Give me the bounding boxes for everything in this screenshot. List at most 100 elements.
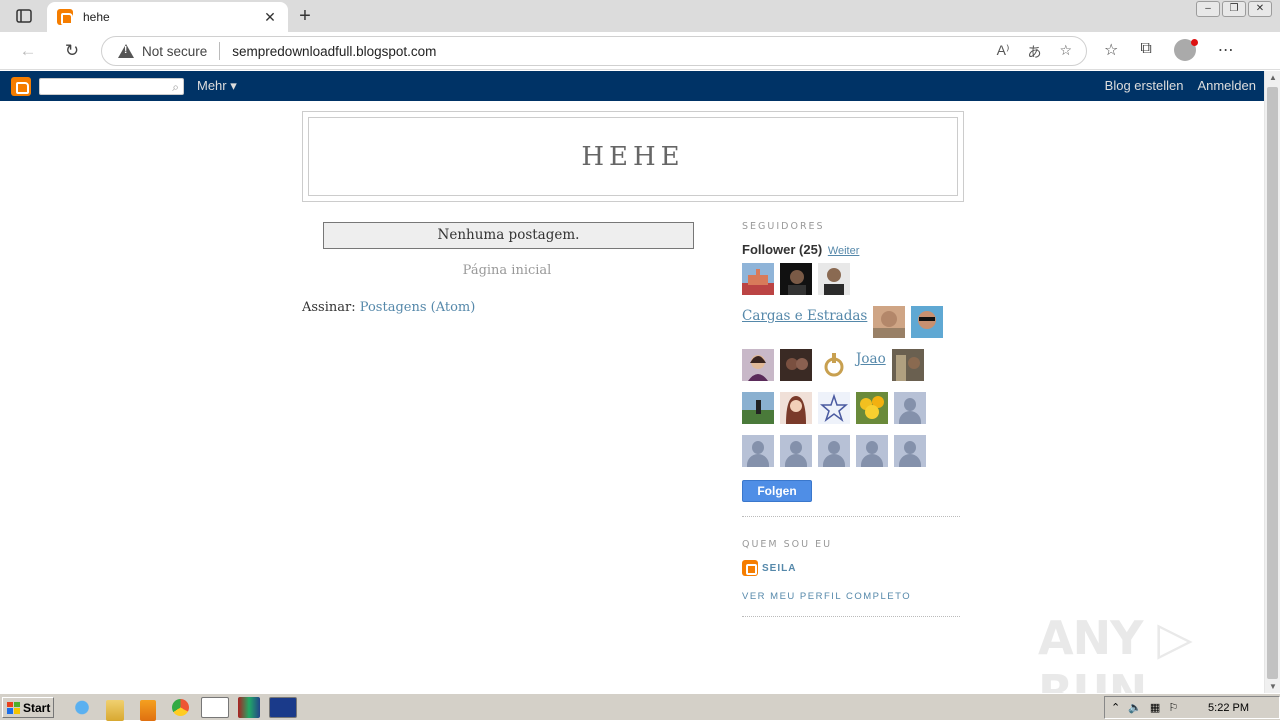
- tab-title: hehe: [83, 10, 110, 24]
- scrollbar-thumb[interactable]: [1267, 87, 1278, 679]
- app-taskbar-icon[interactable]: [269, 697, 297, 718]
- action-center-icon[interactable]: ⚐: [1168, 701, 1178, 714]
- chrome-icon[interactable]: [172, 699, 189, 716]
- followers-row: [742, 392, 960, 429]
- full-profile-link[interactable]: VER MEU PERFIL COMPLETO: [742, 591, 960, 602]
- warning-icon: [118, 43, 134, 59]
- followers-count: Follower (25): [742, 242, 823, 257]
- follower-default-avatar[interactable]: [780, 435, 812, 467]
- follower-broken-image-link[interactable]: Joao: [856, 349, 886, 367]
- profile-avatar-icon[interactable]: [1173, 39, 1198, 61]
- followers-heading: Follower (25) Weiter: [742, 242, 960, 257]
- follower-avatar[interactable]: [742, 392, 774, 424]
- follower-default-avatar[interactable]: [894, 392, 926, 424]
- system-tray: ⌃ 🔈 ▦ ⚐ 5:22 PM: [1104, 696, 1280, 719]
- follower-default-avatar[interactable]: [856, 435, 888, 467]
- volume-icon[interactable]: 🔈: [1128, 701, 1142, 714]
- follower-avatar[interactable]: [780, 392, 812, 424]
- navbar-right-links: Blog erstellen Anmelden: [1105, 78, 1256, 93]
- follower-avatar[interactable]: [873, 306, 906, 338]
- read-aloud-icon[interactable]: A⁾: [997, 42, 1010, 62]
- home-page-link[interactable]: Página inicial: [302, 263, 712, 278]
- address-bar-icons: A⁾ あ ☆: [997, 42, 1072, 62]
- follow-button[interactable]: Folgen: [742, 480, 812, 502]
- blog-title[interactable]: HEHE: [581, 142, 684, 172]
- start-button[interactable]: Start: [2, 697, 54, 718]
- follower-avatar[interactable]: [742, 263, 774, 295]
- new-tab-button[interactable]: +: [294, 5, 316, 27]
- blogger-profile-icon: [742, 560, 758, 576]
- follower-default-avatar[interactable]: [742, 435, 774, 467]
- sidebar: SEGUIDORES Follower (25) Weiter Cargas e…: [742, 221, 960, 617]
- atom-feed-link[interactable]: Postagens (Atom): [360, 300, 476, 315]
- browser-toolbar: ← ↻ Not secure sempredownloadfull.blogsp…: [0, 32, 1280, 70]
- page-scrollbar[interactable]: ▲ ▼: [1264, 71, 1280, 693]
- follower-avatar[interactable]: [780, 263, 812, 295]
- security-label[interactable]: Not secure: [142, 44, 207, 59]
- window-controls: – ❐ ✕: [1196, 0, 1280, 18]
- blogger-navbar: ⌕ Mehr ▾ Blog erstellen Anmelden: [0, 71, 1264, 101]
- browser-tab[interactable]: hehe ✕: [47, 2, 288, 32]
- create-blog-link[interactable]: Blog erstellen: [1105, 78, 1184, 93]
- follower-avatar[interactable]: [911, 306, 944, 338]
- follower-default-avatar[interactable]: [818, 435, 850, 467]
- reload-icon[interactable]: ↻: [60, 40, 84, 62]
- profile-row: SEILA: [742, 560, 960, 576]
- blog-header-inner: HEHE: [308, 117, 958, 196]
- blog-search-input[interactable]: ⌕: [39, 78, 184, 95]
- follower-avatar[interactable]: [891, 349, 924, 381]
- collections-icon[interactable]: ⧉: [1140, 40, 1151, 62]
- more-followers-link[interactable]: Weiter: [828, 245, 860, 257]
- profile-name-link[interactable]: SEILA: [762, 563, 796, 574]
- tab-actions-icon[interactable]: [8, 6, 40, 26]
- more-menu[interactable]: Mehr ▾: [197, 78, 237, 94]
- minimize-icon[interactable]: –: [1196, 1, 1220, 17]
- clock[interactable]: 5:22 PM: [1208, 702, 1249, 714]
- no-posts-message: Nenhuma postagem.: [323, 222, 694, 249]
- translate-icon[interactable]: あ: [1027, 42, 1041, 62]
- followers-section-title: SEGUIDORES: [742, 221, 825, 232]
- favorites-icon[interactable]: ☆: [1104, 40, 1118, 62]
- back-arrow-icon[interactable]: ←: [16, 40, 40, 62]
- follower-default-avatar[interactable]: [894, 435, 926, 467]
- follower-avatar[interactable]: [856, 392, 888, 424]
- scroll-up-icon[interactable]: ▲: [1268, 73, 1278, 82]
- subscribe-line: Assinar: Postagens (Atom): [302, 300, 475, 315]
- follower-avatar[interactable]: [818, 263, 850, 295]
- sidebar-divider: [742, 516, 960, 517]
- blog-header: HEHE: [302, 111, 964, 202]
- folder-icon[interactable]: [106, 700, 124, 721]
- url-text[interactable]: sempredownloadfull.blogspot.com: [232, 44, 436, 59]
- scroll-down-icon[interactable]: ▼: [1268, 682, 1278, 691]
- address-bar[interactable]: Not secure sempredownloadfull.blogspot.c…: [101, 36, 1087, 66]
- edge-taskbar-icon[interactable]: [201, 697, 229, 718]
- follower-avatar[interactable]: [742, 349, 774, 381]
- tray-expand-icon[interactable]: ⌃: [1111, 701, 1120, 714]
- follower-avatar[interactable]: [818, 349, 850, 381]
- network-icon[interactable]: ▦: [1150, 701, 1160, 714]
- sidebar-divider: [742, 616, 960, 617]
- close-tab-icon[interactable]: ✕: [262, 9, 278, 26]
- close-window-icon[interactable]: ✕: [1248, 1, 1272, 17]
- followers-row: Joao: [742, 349, 960, 386]
- about-section-title: QUEM SOU EU: [742, 539, 833, 550]
- follower-avatar[interactable]: [818, 392, 850, 424]
- address-separator: [219, 42, 221, 60]
- sign-in-link[interactable]: Anmelden: [1197, 78, 1256, 93]
- winrar-icon[interactable]: [238, 697, 260, 718]
- media-player-icon[interactable]: [140, 700, 156, 721]
- followers-row: Cargas e Estradas: [742, 306, 960, 343]
- anyrun-watermark: ANY ▷ RUN: [1038, 611, 1193, 693]
- windows-flag-icon: [7, 701, 20, 714]
- start-label: Start: [23, 700, 51, 715]
- follower-broken-image-link[interactable]: Cargas e Estradas: [742, 306, 867, 324]
- follower-avatar[interactable]: [780, 349, 812, 381]
- page-viewport: ⌕ Mehr ▾ Blog erstellen Anmelden HEHE Ne…: [0, 71, 1264, 693]
- search-icon[interactable]: ⌕: [172, 80, 179, 95]
- blogger-logo-icon[interactable]: [11, 77, 31, 96]
- internet-explorer-icon[interactable]: [70, 697, 94, 718]
- restore-icon[interactable]: ❐: [1222, 1, 1246, 17]
- more-menu-icon[interactable]: ⋯: [1218, 40, 1234, 62]
- toolbar-right-icons: ☆ ⧉ ⋯: [1104, 39, 1234, 62]
- add-favorite-icon[interactable]: ☆: [1059, 42, 1072, 62]
